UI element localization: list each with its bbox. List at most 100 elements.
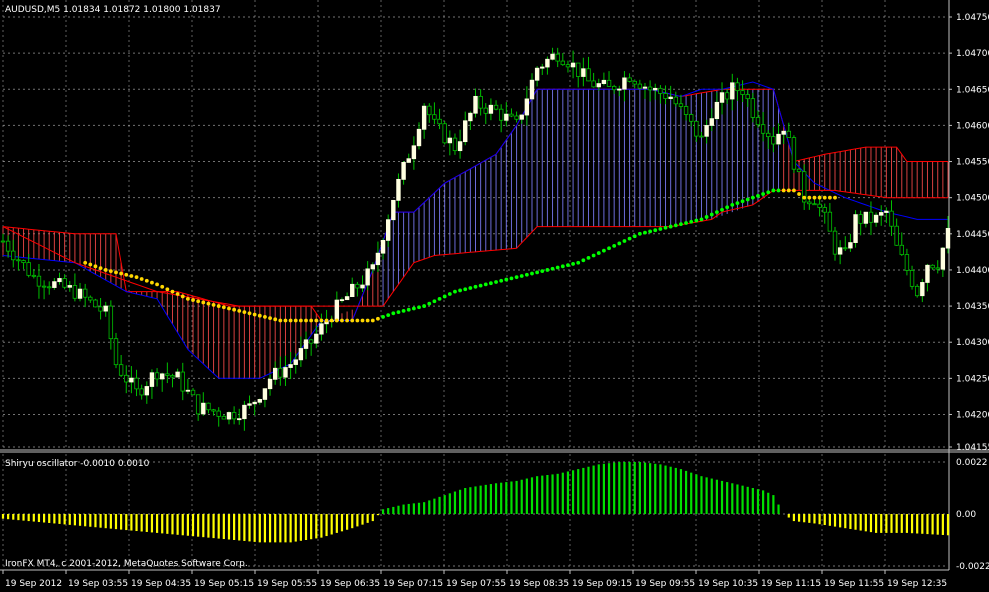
candle-body[interactable] <box>776 133 781 145</box>
candle-body[interactable] <box>67 285 72 288</box>
candle-body[interactable] <box>730 82 735 100</box>
candle-body[interactable] <box>935 267 940 270</box>
candle-body[interactable] <box>858 214 863 224</box>
candle-body[interactable] <box>945 227 951 249</box>
candle-body[interactable] <box>134 377 139 390</box>
candle-body[interactable] <box>832 230 838 255</box>
candle-body[interactable] <box>755 117 761 126</box>
candle-body[interactable] <box>406 158 411 163</box>
candle-body[interactable] <box>72 285 78 299</box>
candle-body[interactable] <box>884 210 889 213</box>
candle-body[interactable] <box>647 86 653 91</box>
candle-body[interactable] <box>350 283 355 298</box>
candle-body[interactable] <box>586 68 591 82</box>
candle-body[interactable] <box>576 62 581 77</box>
candle-body[interactable] <box>796 168 802 173</box>
candle-body[interactable] <box>26 262 31 276</box>
candle-body[interactable] <box>370 264 375 270</box>
candle-body[interactable] <box>658 87 663 94</box>
candle-body[interactable] <box>21 260 26 264</box>
candle-body[interactable] <box>473 95 478 114</box>
candle-body[interactable] <box>421 105 427 130</box>
candle-body[interactable] <box>308 339 314 344</box>
candle-body[interactable] <box>206 402 211 411</box>
candle-body[interactable] <box>113 338 119 366</box>
candle-body[interactable] <box>180 371 185 392</box>
candle-body[interactable] <box>642 86 648 89</box>
candle-body[interactable] <box>534 67 540 81</box>
candle-body[interactable] <box>11 250 16 261</box>
candle-body[interactable] <box>827 211 833 232</box>
candle-body[interactable] <box>457 141 463 152</box>
candle-body[interactable] <box>118 364 124 376</box>
candle-body[interactable] <box>170 375 175 378</box>
candle-body[interactable] <box>375 252 381 266</box>
candle-body[interactable] <box>293 359 298 365</box>
candle-body[interactable] <box>288 364 293 368</box>
candle-body[interactable] <box>52 281 57 288</box>
candle-body[interactable] <box>807 201 812 205</box>
candle-body[interactable] <box>242 404 247 420</box>
candle-body[interactable] <box>663 93 668 99</box>
candle-body[interactable] <box>98 306 103 312</box>
chart-window[interactable]: 1.04750 1.04700 1.04650 1.04600 1.04550 1.045… <box>0 0 989 592</box>
candle-body[interactable] <box>273 367 278 380</box>
candle-body[interactable] <box>909 270 915 287</box>
candle-body[interactable] <box>899 244 904 255</box>
candle-body[interactable] <box>843 247 848 250</box>
candle-body[interactable] <box>781 130 786 135</box>
candle-body[interactable] <box>740 90 745 95</box>
candle-body[interactable] <box>380 240 386 254</box>
candle-body[interactable] <box>468 112 473 122</box>
candle-body[interactable] <box>694 120 699 137</box>
candle-body[interactable] <box>771 136 776 145</box>
candle-body[interactable] <box>154 372 160 380</box>
candle-body[interactable] <box>267 378 273 390</box>
candle-body[interactable] <box>940 247 946 270</box>
candle-body[interactable] <box>247 403 252 406</box>
candle-body[interactable] <box>745 94 750 100</box>
candle-body[interactable] <box>62 278 67 288</box>
candle-body[interactable] <box>5 240 11 252</box>
candle-body[interactable] <box>524 98 530 116</box>
candle-body[interactable] <box>355 283 360 289</box>
candle-body[interactable] <box>914 285 920 297</box>
candle-body[interactable] <box>853 214 858 243</box>
candle-body[interactable] <box>719 92 725 103</box>
candle-body[interactable] <box>550 53 555 60</box>
candle-body[interactable] <box>303 339 309 349</box>
candle-body[interactable] <box>493 104 499 110</box>
candle-body[interactable] <box>606 79 612 87</box>
candle-body[interactable] <box>540 66 545 69</box>
candle-body[interactable] <box>760 124 766 134</box>
candle-body[interactable] <box>611 85 617 91</box>
candle-body[interactable] <box>226 412 232 420</box>
candle-body[interactable] <box>601 79 607 84</box>
candle-body[interactable] <box>463 120 468 143</box>
candle-body[interactable] <box>724 92 730 100</box>
candle-body[interactable] <box>925 264 930 283</box>
candle-body[interactable] <box>920 282 925 297</box>
candle-body[interactable] <box>668 96 673 99</box>
candle-body[interactable] <box>0 240 6 243</box>
candle-body[interactable] <box>735 82 740 92</box>
candle-body[interactable] <box>391 199 396 221</box>
candle-body[interactable] <box>129 377 134 383</box>
candle-body[interactable] <box>822 207 827 213</box>
candle-body[interactable] <box>195 394 201 415</box>
candle-body[interactable] <box>709 118 714 126</box>
candle-body[interactable] <box>632 80 637 85</box>
candle-body[interactable] <box>555 53 560 62</box>
candle-body[interactable] <box>396 178 401 201</box>
candle-body[interactable] <box>427 105 432 116</box>
candle-body[interactable] <box>452 137 458 152</box>
candle-body[interactable] <box>360 284 365 289</box>
candle-body[interactable] <box>385 219 391 241</box>
candle-body[interactable] <box>930 264 935 269</box>
candle-body[interactable] <box>257 399 262 403</box>
candle-body[interactable] <box>848 242 853 249</box>
candle-body[interactable] <box>344 296 350 301</box>
candle-body[interactable] <box>278 367 283 378</box>
candle-body[interactable] <box>231 412 237 420</box>
candle-body[interactable] <box>77 288 83 299</box>
